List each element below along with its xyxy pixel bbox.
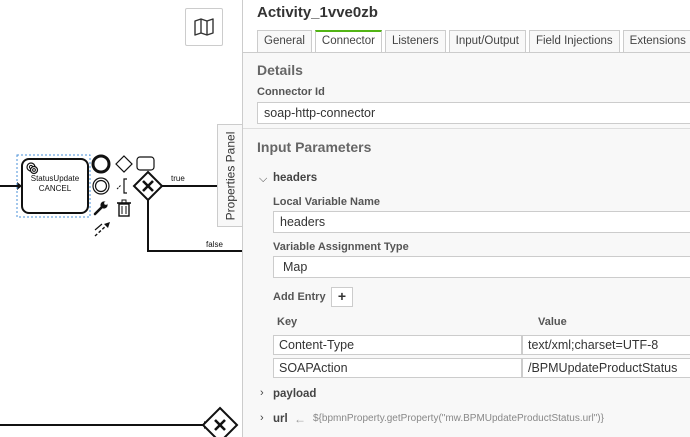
headers-parameter-toggle[interactable]: headers: [273, 172, 317, 184]
chevron-right-icon[interactable]: ›: [260, 412, 264, 424]
entry-value-input[interactable]: text/xml;charset=UTF-8: [522, 335, 690, 355]
tabs-divider: [243, 52, 690, 53]
minimap-toggle-button[interactable]: [185, 8, 223, 46]
connector-id-input[interactable]: soap-http-connector: [257, 102, 690, 124]
local-variable-name-label: Local Variable Name: [273, 196, 380, 208]
value-column-header: Value: [538, 316, 567, 328]
trash-icon: [117, 199, 131, 217]
payload-parameter-toggle[interactable]: payload: [273, 388, 316, 400]
entry-key-input[interactable]: SOAPAction: [273, 358, 522, 378]
add-entry-button[interactable]: +: [331, 287, 353, 307]
section-divider: [243, 128, 690, 129]
properties-panel-toggle-label: Properties Panel: [223, 131, 237, 220]
flow-label-false[interactable]: false: [206, 240, 223, 249]
service-task-label[interactable]: StatusUpdate CANCEL: [22, 174, 88, 194]
arrow-left-icon: ←: [294, 412, 306, 426]
chevron-down-icon[interactable]: ⌵: [259, 173, 267, 186]
url-parameter-toggle[interactable]: url: [273, 413, 288, 425]
entry-value-input[interactable]: /BPMUpdateProductStatus: [522, 358, 690, 378]
chevron-right-icon[interactable]: ›: [260, 387, 264, 399]
add-entry-label: Add Entry: [273, 291, 326, 303]
wrench-icon: [93, 201, 108, 216]
variable-assignment-type-label: Variable Assignment Type: [273, 241, 409, 253]
local-variable-name-input[interactable]: headers: [273, 211, 690, 233]
properties-panel-toggle[interactable]: Properties Panel: [217, 124, 242, 227]
element-title: Activity_1vve0zb: [257, 4, 378, 21]
tab-extensions[interactable]: Extensions: [622, 30, 690, 52]
tab-listeners[interactable]: Listeners: [384, 30, 446, 52]
text-annotation-icon: [116, 178, 127, 194]
properties-panel: Activity_1vve0zb General Connector Liste…: [242, 0, 690, 437]
key-column-header: Key: [277, 316, 298, 328]
tab-field-injections[interactable]: Field Injections: [528, 30, 620, 52]
task-label-line1: StatusUpdate: [30, 174, 80, 183]
input-parameters-title: Input Parameters: [257, 139, 372, 155]
url-expression: ${bpmnProperty.getProperty("mw.BPMUpdate…: [313, 413, 604, 424]
lower-gateway-shape: [201, 406, 239, 437]
connect-tool-icon: [94, 222, 110, 237]
tab-general[interactable]: General: [257, 30, 312, 52]
entry-key-input[interactable]: Content-Type: [273, 335, 522, 355]
map-icon: [194, 18, 214, 36]
diagram-svg: [0, 154, 242, 437]
append-end-event-icon: [91, 154, 111, 174]
tab-connector[interactable]: Connector: [314, 30, 382, 52]
panel-tabs: General Connector Listeners Input/Output…: [257, 30, 690, 52]
connector-id-label: Connector Id: [257, 86, 325, 98]
tab-input-output[interactable]: Input/Output: [448, 30, 526, 52]
bpmn-canvas[interactable]: StatusUpdate CANCEL true false: [0, 0, 242, 437]
task-label-line2: CANCEL: [38, 184, 72, 193]
flow-label-true[interactable]: true: [171, 174, 185, 183]
panel-header: Activity_1vve0zb General Connector Liste…: [243, 0, 690, 53]
append-gateway-icon: [115, 155, 133, 173]
variable-assignment-type-select[interactable]: Map: [273, 256, 690, 278]
append-task-icon: [136, 156, 155, 171]
details-section-title: Details: [257, 62, 303, 78]
